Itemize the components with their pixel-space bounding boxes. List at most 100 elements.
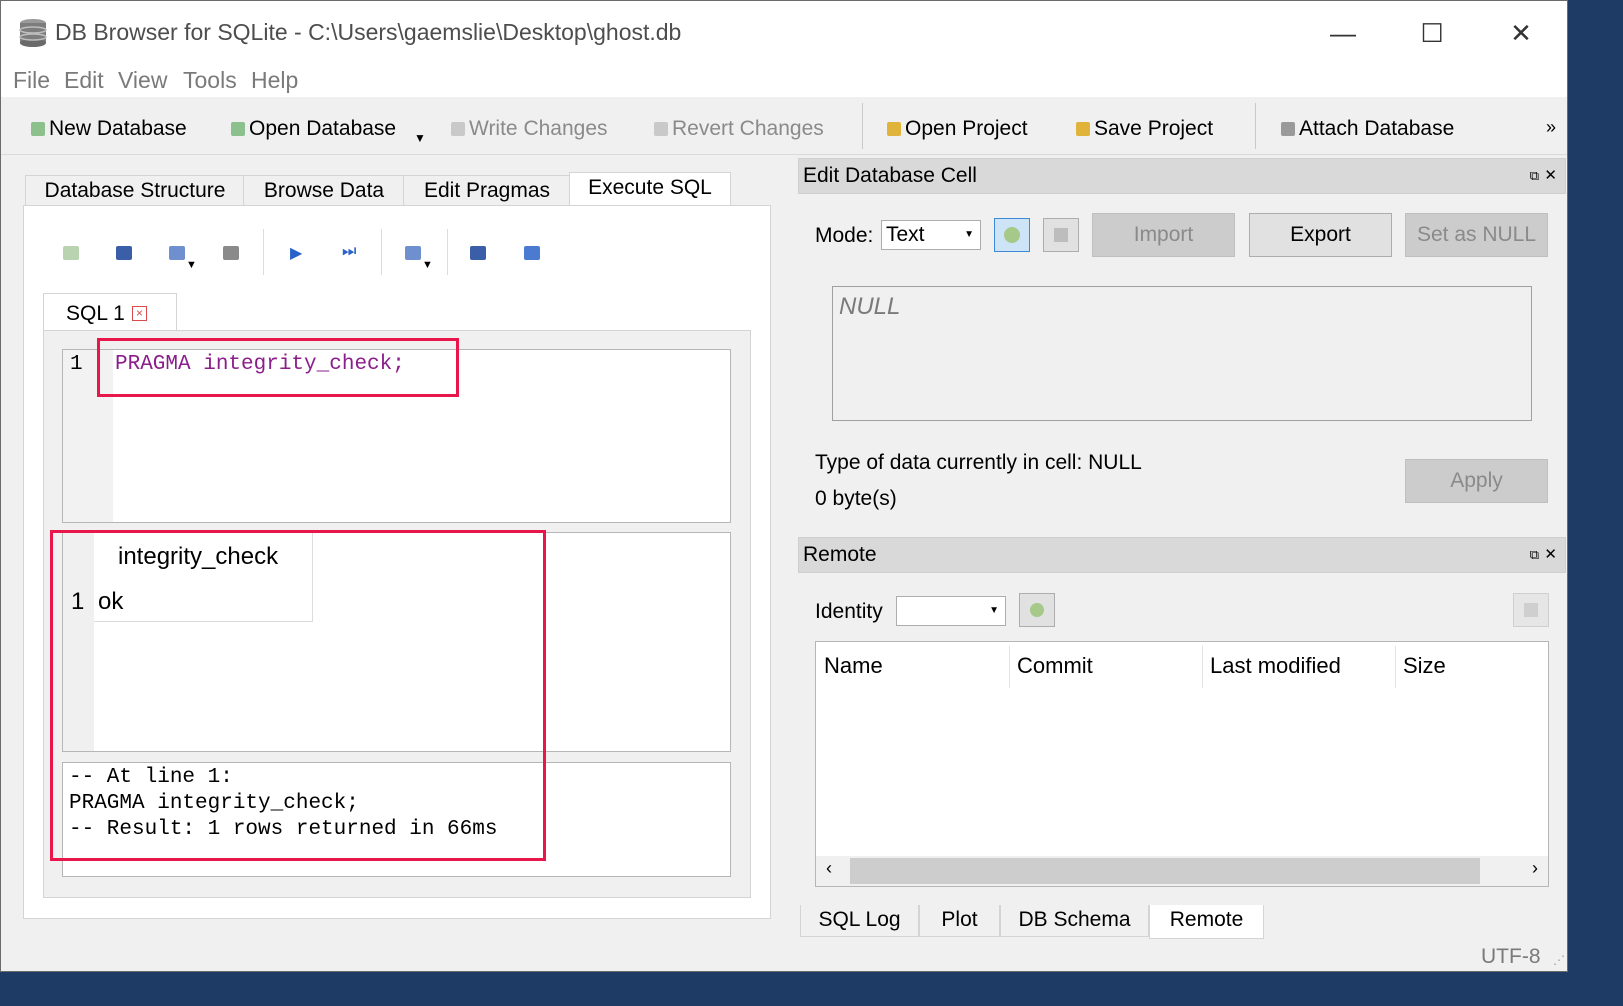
- gear-icon: [1004, 227, 1020, 243]
- find-icon[interactable]: [470, 246, 486, 260]
- execute-current-line-icon[interactable]: ⏭: [342, 243, 356, 261]
- close-tab-icon[interactable]: ×: [132, 306, 147, 321]
- execute-all-icon[interactable]: ▶: [290, 243, 302, 263]
- push-database-button[interactable]: [1513, 593, 1549, 627]
- chevron-down-icon: ▼: [989, 605, 999, 616]
- app-window: DB Browser for SQLite - C:\Users\gaemsli…: [0, 0, 1568, 972]
- save-results-dropdown-icon[interactable]: ▼: [422, 259, 433, 271]
- main-toolbar: New Database Open Database ▼ Write Chang…: [1, 97, 1567, 155]
- auto-format-button[interactable]: [994, 218, 1030, 252]
- menu-help[interactable]: Help: [251, 67, 298, 94]
- close-dock-icon[interactable]: ✕: [1544, 538, 1557, 572]
- print-icon[interactable]: [223, 246, 239, 260]
- word-wrap-button[interactable]: [1043, 218, 1079, 252]
- tab-db-schema[interactable]: DB Schema: [1000, 905, 1149, 937]
- tab-remote[interactable]: Remote: [1149, 905, 1264, 939]
- column-header-last-modified[interactable]: Last modified: [1210, 653, 1341, 679]
- resize-grip-icon[interactable]: ⋰: [1553, 953, 1565, 967]
- open-database-dropdown-icon[interactable]: ▼: [414, 131, 426, 145]
- wrap-icon: [1054, 228, 1068, 242]
- identity-label: Identity: [815, 600, 883, 623]
- edit-cell-dock-header: Edit Database Cell ⧉ ✕: [798, 158, 1566, 194]
- cell-type-info: Type of data currently in cell: NULL: [815, 451, 1142, 474]
- open-project-icon: [887, 122, 901, 136]
- export-button[interactable]: Export: [1249, 213, 1392, 257]
- upload-icon: [1524, 603, 1538, 617]
- attach-database-button[interactable]: Attach Database: [1281, 117, 1454, 141]
- save-project-icon: [1076, 122, 1090, 136]
- save-project-button[interactable]: Save Project: [1076, 117, 1213, 141]
- menu-edit[interactable]: Edit: [64, 67, 104, 94]
- maximize-button[interactable]: ☐: [1410, 13, 1454, 53]
- tab-plot[interactable]: Plot: [919, 905, 1000, 937]
- apply-button[interactable]: Apply: [1405, 459, 1548, 503]
- title-bar: DB Browser for SQLite - C:\Users\gaemsli…: [1, 1, 1567, 63]
- tab-sql-log[interactable]: SQL Log: [800, 905, 919, 937]
- tab-sql-1[interactable]: SQL 1 ×: [43, 293, 177, 331]
- open-database-button[interactable]: Open Database: [231, 117, 396, 141]
- open-project-button[interactable]: Open Project: [887, 117, 1028, 141]
- menu-tools[interactable]: Tools: [183, 67, 237, 94]
- set-as-null-button[interactable]: Set as NULL: [1405, 213, 1548, 257]
- highlight-box-query: [97, 338, 459, 397]
- open-project-label: Open Project: [905, 117, 1028, 140]
- close-window-button[interactable]: ✕: [1499, 13, 1543, 53]
- scroll-left-icon[interactable]: ‹: [826, 858, 832, 879]
- menu-view[interactable]: View: [118, 67, 167, 94]
- encoding-status: UTF-8: [1481, 945, 1541, 968]
- sql-toolbar-separator: [447, 229, 448, 275]
- identity-settings-button[interactable]: [1019, 593, 1055, 627]
- tab-database-structure[interactable]: Database Structure: [25, 175, 245, 206]
- sql-toolbar-separator: [263, 229, 264, 275]
- save-results-icon[interactable]: [405, 246, 421, 260]
- revert-changes-label: Revert Changes: [672, 117, 824, 140]
- minimize-button[interactable]: —: [1321, 13, 1365, 53]
- column-header-name[interactable]: Name: [824, 653, 883, 679]
- identity-select[interactable]: ▼: [896, 596, 1006, 626]
- cell-value: NULL: [839, 293, 901, 320]
- new-database-button[interactable]: New Database: [31, 117, 187, 141]
- import-button[interactable]: Import: [1092, 213, 1235, 257]
- cell-size-info: 0 byte(s): [815, 487, 897, 510]
- find-replace-icon[interactable]: [524, 246, 540, 260]
- mode-select[interactable]: Text ▼: [881, 220, 981, 250]
- toolbar-separator: [862, 103, 863, 149]
- save-sql-file-icon[interactable]: [169, 246, 185, 260]
- open-database-icon: [231, 122, 245, 136]
- remote-dock-header: Remote ⧉ ✕: [798, 537, 1566, 573]
- horizontal-scrollbar[interactable]: ‹ ›: [816, 856, 1548, 886]
- write-changes-button[interactable]: Write Changes: [451, 117, 608, 141]
- column-header-size[interactable]: Size: [1403, 653, 1446, 679]
- column-header-commit[interactable]: Commit: [1017, 653, 1093, 679]
- tab-browse-data[interactable]: Browse Data: [243, 175, 405, 206]
- column-divider: [1395, 646, 1396, 688]
- close-dock-icon[interactable]: ✕: [1544, 159, 1557, 193]
- highlight-box-results: [50, 530, 546, 861]
- open-sql-file-icon[interactable]: [116, 246, 132, 260]
- tab-execute-sql[interactable]: Execute SQL: [569, 172, 731, 207]
- write-changes-label: Write Changes: [469, 117, 608, 140]
- menu-bar: File Edit View Tools Help: [1, 63, 1567, 97]
- sql-toolbar-separator: [381, 229, 382, 275]
- toolbar-separator: [1255, 103, 1256, 149]
- sql-tab-label: SQL 1: [66, 302, 125, 325]
- gear-icon: [1030, 603, 1044, 617]
- scrollbar-thumb[interactable]: [850, 858, 1480, 884]
- line-number: 1: [70, 353, 83, 376]
- window-title: DB Browser for SQLite - C:\Users\gaemsli…: [55, 19, 682, 45]
- open-database-label: Open Database: [249, 117, 397, 140]
- open-tab-icon[interactable]: [63, 246, 79, 260]
- write-changes-icon: [451, 122, 465, 136]
- scroll-right-icon[interactable]: ›: [1532, 858, 1538, 879]
- cell-editor[interactable]: NULL: [832, 286, 1532, 421]
- menu-file[interactable]: File: [13, 67, 50, 94]
- revert-changes-icon: [654, 122, 668, 136]
- save-dropdown-icon[interactable]: ▼: [186, 259, 197, 271]
- revert-changes-button[interactable]: Revert Changes: [654, 117, 824, 141]
- toolbar-overflow-button[interactable]: »: [1546, 117, 1556, 138]
- float-dock-icon[interactable]: ⧉: [1530, 538, 1539, 572]
- tab-edit-pragmas[interactable]: Edit Pragmas: [403, 175, 571, 206]
- chevron-down-icon: ▼: [964, 229, 974, 240]
- float-dock-icon[interactable]: ⧉: [1530, 159, 1539, 193]
- new-database-icon: [31, 122, 45, 136]
